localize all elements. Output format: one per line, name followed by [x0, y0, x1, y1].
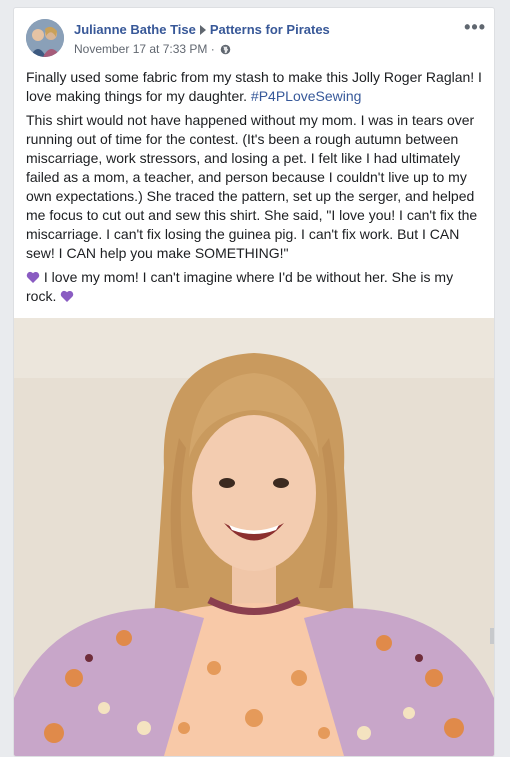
author-line: Julianne Bathe Tise Patterns for Pirates	[74, 22, 330, 37]
group-name[interactable]: Patterns for Pirates	[210, 22, 330, 37]
purple-heart-icon	[61, 290, 74, 302]
paragraph-3: I love my mom! I can't imagine where I'd…	[26, 268, 486, 306]
meta-separator: ·	[207, 42, 219, 56]
more-options-icon[interactable]: •••	[464, 17, 486, 38]
author-avatar[interactable]	[26, 19, 64, 57]
author-name[interactable]: Julianne Bathe Tise	[74, 22, 196, 37]
hashtag-link[interactable]: #P4PLoveSewing	[251, 88, 362, 104]
post-body: Finally used some fabric from my stash t…	[26, 68, 486, 311]
scrollbar-handle[interactable]	[490, 628, 494, 644]
arrow-right-icon	[199, 25, 206, 35]
paragraph-3-text: I love my mom! I can't imagine where I'd…	[26, 269, 454, 304]
post-card: Julianne Bathe Tise Patterns for Pirates …	[13, 7, 495, 757]
paragraph-2: This shirt would not have happened witho…	[26, 112, 478, 261]
post-timestamp[interactable]: November 17 at 7:33 PM	[74, 42, 207, 56]
paragraph-1: Finally used some fabric from my stash t…	[26, 68, 486, 106]
post-header: Julianne Bathe Tise Patterns for Pirates …	[26, 17, 494, 63]
post-meta: November 17 at 7:33 PM ·	[74, 42, 231, 56]
girl-photo-illustration	[14, 318, 494, 756]
post-photo[interactable]	[14, 318, 494, 756]
globe-icon[interactable]	[220, 44, 231, 55]
purple-heart-icon	[26, 271, 40, 283]
